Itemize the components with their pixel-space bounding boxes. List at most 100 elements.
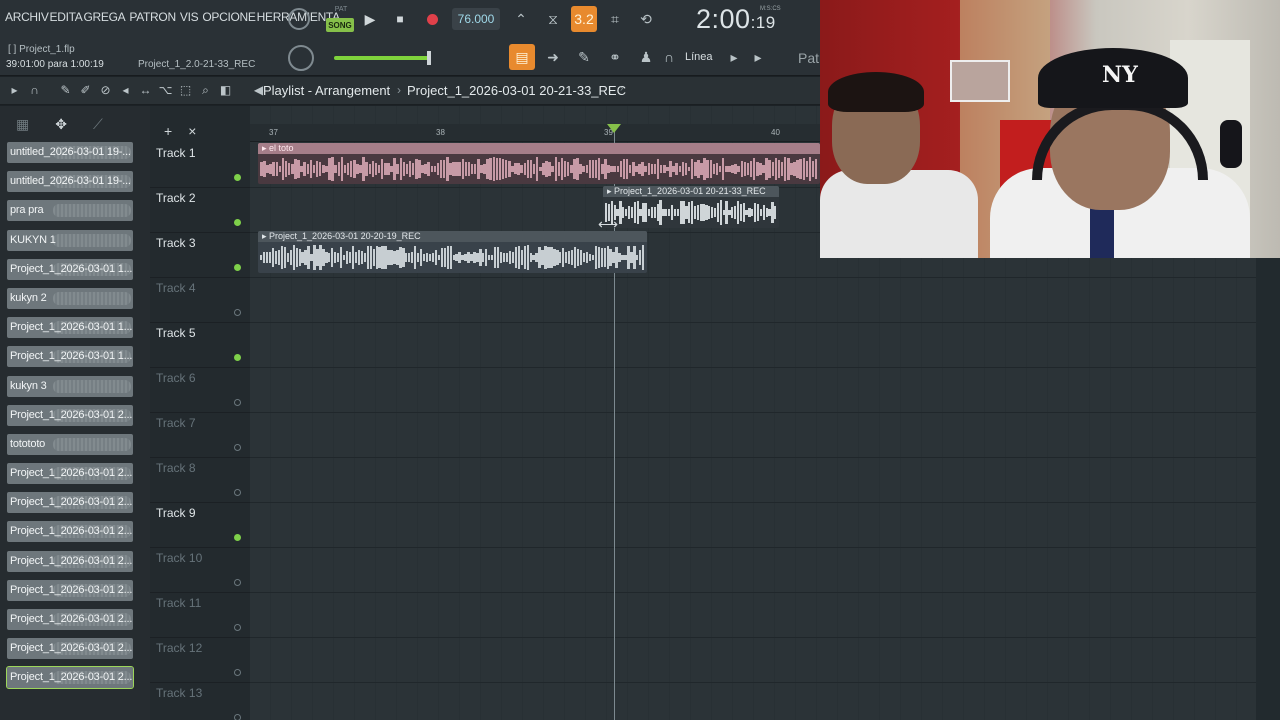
snap-selector[interactable]: Línea xyxy=(685,51,713,63)
track-mute-led[interactable] xyxy=(234,219,241,226)
track-header[interactable]: Track 10 xyxy=(150,548,250,593)
selected-clip-name[interactable]: Project_1_2026-03-01 20-21-33_REC xyxy=(407,83,626,98)
stamp-icon[interactable]: ♟ xyxy=(633,44,659,70)
timeline-ruler[interactable]: 37 38 39 40 xyxy=(250,124,820,142)
track-mute-led[interactable] xyxy=(234,444,241,451)
clip-title: ▸ Project_1_2026-03-01 20-20-19_REC xyxy=(262,231,421,241)
brush-icon[interactable]: ⟋ xyxy=(93,116,103,133)
track-mute-led[interactable] xyxy=(234,714,241,720)
audio-clip-el-toto[interactable]: ▸ el toto xyxy=(258,143,820,184)
menu-patron[interactable]: PATRON xyxy=(129,10,176,24)
browser-clip-item[interactable]: Project_1_2026-03-01 1... xyxy=(7,346,133,368)
browser-clip-item[interactable]: kukyn 3 xyxy=(7,375,133,397)
track-header[interactable]: Track 8 xyxy=(150,458,250,503)
pattern-selector[interactable]: 3.2 xyxy=(571,6,597,32)
browser-clip-item[interactable]: untitled_2026-03-01 19-... xyxy=(7,142,133,163)
browser-clip-item[interactable]: Project_1_2026-03-01 2... xyxy=(7,609,133,630)
slice-tool-icon[interactable]: ⌥ xyxy=(157,81,174,99)
browser-clip-item[interactable]: Project_1_2026-03-01 1... xyxy=(7,258,133,280)
track-header[interactable]: Track 11 xyxy=(150,593,250,638)
menu-opciones[interactable]: OPCIONE xyxy=(202,10,256,24)
wait-input-icon[interactable]: ⧖ xyxy=(540,6,566,32)
options-arrow-icon[interactable]: ▸ xyxy=(6,81,23,99)
track-header[interactable]: Track 3 xyxy=(150,233,250,278)
piano-icon[interactable]: ▦ xyxy=(16,116,29,133)
zoom-tool-icon[interactable]: ⌕ xyxy=(197,81,214,99)
browser-clip-item[interactable]: Project_1_2026-03-01 2... xyxy=(7,521,133,543)
audio-clip-rec-2[interactable]: ▸ Project_1_2026-03-01 20-21-33_REC xyxy=(603,186,779,228)
track-mute-led[interactable] xyxy=(234,489,241,496)
mute-tool-icon[interactable]: ◂ xyxy=(117,81,134,99)
metronome-icon[interactable]: ⌃ xyxy=(508,6,534,32)
browser-clip-item[interactable]: KUKYN 1 xyxy=(7,229,133,251)
track-mute-led[interactable] xyxy=(234,174,241,181)
track-header[interactable]: Track 9 xyxy=(150,503,250,548)
pattern-arrow-icon[interactable]: ▸ xyxy=(750,44,766,70)
playhead-marker[interactable] xyxy=(607,124,621,133)
snap-arrow-icon[interactable]: ▸ xyxy=(726,44,742,70)
track-mute-led[interactable] xyxy=(234,399,241,406)
song-mode-button[interactable]: SONG xyxy=(326,18,354,32)
main-toolbar: ARCHIVEDITAGREGA PATRON VIS OPCIONEHERRA… xyxy=(0,0,824,76)
tempo-display[interactable]: 76.000 xyxy=(452,8,500,30)
stop-button[interactable]: ■ xyxy=(388,7,412,31)
track-header[interactable]: Track 2 xyxy=(150,188,250,233)
playback-tool-icon[interactable]: ◧ xyxy=(217,81,234,99)
track-mute-led[interactable] xyxy=(234,264,241,271)
track-header[interactable]: Track 5 xyxy=(150,323,250,368)
audio-clip-rec-3[interactable]: ▸ Project_1_2026-03-01 20-20-19_REC xyxy=(258,231,647,273)
browser-clip-item[interactable]: Project_1_2026-03-01 2... xyxy=(7,492,133,514)
track-header[interactable]: Track 4 xyxy=(150,278,250,323)
magnet-icon[interactable]: ∩ xyxy=(660,44,678,70)
track-header[interactable]: Track 7 xyxy=(150,413,250,458)
delete-tool-icon[interactable]: ⊘ xyxy=(97,81,114,99)
draw-tool-icon[interactable]: ✎ xyxy=(57,81,74,99)
browser-clip-item[interactable]: Project_1_2026-03-01 2... xyxy=(7,579,133,601)
master-volume-slider[interactable] xyxy=(334,56,430,60)
record-button[interactable] xyxy=(420,7,444,31)
playlist-window-button[interactable]: ▤ xyxy=(509,44,535,70)
track-mute-led[interactable] xyxy=(234,624,241,631)
browser-clip-label: Project_1_2026-03-01 2... xyxy=(10,642,133,655)
browser-clip-item[interactable]: kukyn 2 xyxy=(7,287,133,309)
track-mute-led[interactable] xyxy=(234,354,241,361)
menu-archivo[interactable]: ARCHIV xyxy=(5,10,49,24)
track-header[interactable]: Track 1 xyxy=(150,143,250,188)
master-volume-knob[interactable] xyxy=(288,45,314,71)
track-header[interactable]: Track 13 xyxy=(150,683,250,720)
track-header[interactable]: Track 6 xyxy=(150,368,250,413)
add-track-icon[interactable]: + xyxy=(164,123,172,139)
menu-agregar[interactable]: GREGA xyxy=(84,10,126,24)
slip-tool-icon[interactable]: ↔ xyxy=(137,81,154,99)
loop-record-icon[interactable]: ⟲ xyxy=(633,6,659,32)
browser-clip-item[interactable]: Project_1_2026-03-01 2... xyxy=(7,404,133,426)
volume-handle[interactable] xyxy=(427,51,431,65)
close-icon[interactable]: × xyxy=(188,123,196,139)
play-button[interactable]: ▶ xyxy=(358,7,382,31)
browser-clip-item[interactable]: Project_1_2026-03-01 2... xyxy=(7,638,133,660)
menu-editar[interactable]: EDITA xyxy=(50,10,83,24)
master-pitch-knob[interactable] xyxy=(288,8,310,30)
track-mute-led[interactable] xyxy=(234,579,241,586)
magnet-tool-icon[interactable]: ∩ xyxy=(26,81,43,99)
paint-tool-icon[interactable]: ✐ xyxy=(77,81,94,99)
track-mute-led[interactable] xyxy=(234,669,241,676)
browser-clip-item[interactable]: Project_1_2026-03-01 1... xyxy=(7,317,133,339)
menu-vista[interactable]: VIS xyxy=(180,10,199,24)
link-icon[interactable]: ⚭ xyxy=(602,44,628,70)
browser-clip-item[interactable]: Project_1_2026-03-01 2... xyxy=(6,666,134,690)
track-header[interactable]: Track 12 xyxy=(150,638,250,683)
browser-clip-item[interactable]: totototo xyxy=(7,433,133,455)
step-edit-icon[interactable]: ⌗ xyxy=(602,6,628,32)
browser-clip-item[interactable]: pra pra xyxy=(7,200,133,222)
browser-clip-item[interactable]: untitled_2026-03-01 19-... xyxy=(7,171,133,193)
arrow-icon[interactable]: ➜ xyxy=(540,44,566,70)
browser-clip-item[interactable]: Project_1_2026-03-01 2... xyxy=(7,463,133,485)
pencil-tool-icon[interactable]: ✎ xyxy=(571,44,597,70)
move-icon[interactable]: ✥ xyxy=(55,116,67,133)
browser-clip-item[interactable]: Project_1_2026-03-01 2... xyxy=(7,550,133,572)
track-mute-led[interactable] xyxy=(234,309,241,316)
select-tool-icon[interactable]: ⬚ xyxy=(177,81,194,99)
breadcrumb-arrow-icon[interactable]: › xyxy=(620,83,623,94)
track-mute-led[interactable] xyxy=(234,534,241,541)
